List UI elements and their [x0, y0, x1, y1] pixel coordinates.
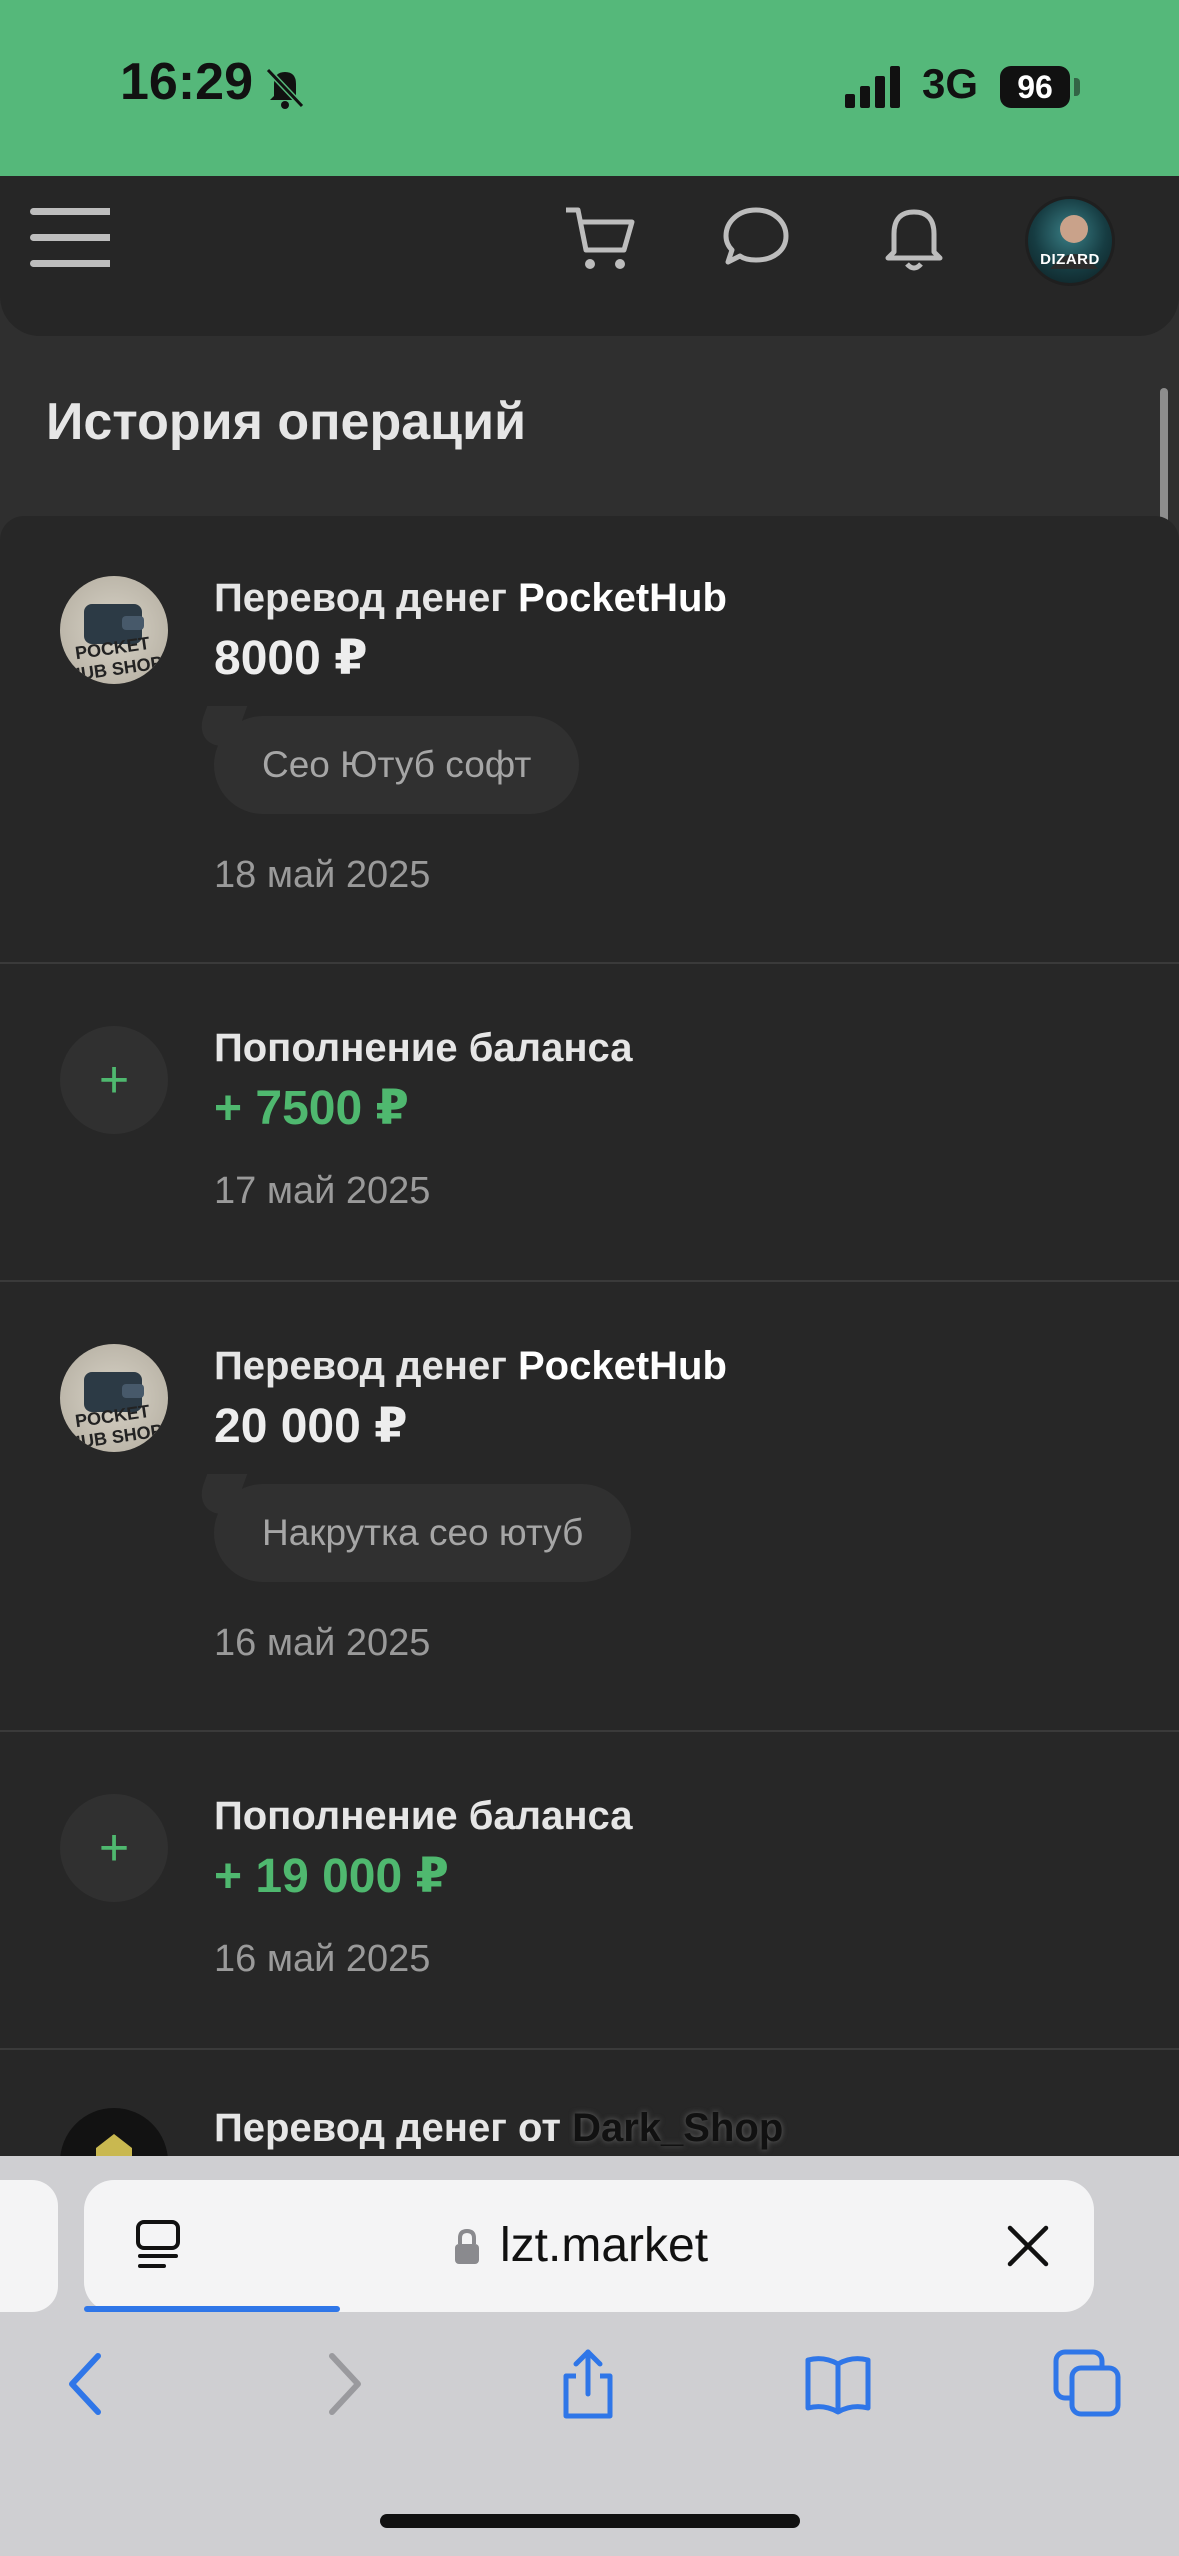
- operation-date: 16 май 2025: [214, 1938, 431, 1980]
- operation-amount: 20 000 ₽: [214, 1400, 408, 1453]
- previous-tab-edge[interactable]: [0, 2180, 58, 2312]
- share-icon[interactable]: [552, 2348, 624, 2420]
- list-item[interactable]: POCKET HUB SHOP Перевод денег PocketHub …: [0, 1282, 1179, 1732]
- loading-progress-bar: [84, 2306, 340, 2312]
- operation-title: Перевод денег от Dark_Shop: [214, 2106, 783, 2151]
- operation-amount: + 19 000 ₽: [214, 1850, 449, 1903]
- list-item[interactable]: + Пополнение баланса + 7500 ₽ 17 май 202…: [0, 964, 1179, 1282]
- operation-comment: Накрутка сео ютуб: [214, 1484, 632, 1582]
- network-label: 3G: [922, 60, 979, 107]
- back-icon[interactable]: [52, 2348, 124, 2420]
- list-item[interactable]: POCKET HUB SHOP Перевод денег PocketHub …: [0, 516, 1179, 964]
- operation-title: Пополнение баланса: [214, 1026, 633, 1070]
- home-indicator[interactable]: [380, 2514, 800, 2528]
- wallet-icon: POCKET HUB SHOP: [60, 576, 168, 684]
- close-icon[interactable]: [1004, 2222, 1052, 2270]
- operation-comment: Сео Ютуб софт: [214, 716, 580, 814]
- page-title: История операций: [46, 393, 527, 451]
- operation-counterparty[interactable]: Dark_Shop: [572, 2106, 783, 2150]
- chat-icon[interactable]: [716, 198, 796, 278]
- plus-icon: +: [60, 1794, 168, 1902]
- url-text[interactable]: lzt.market: [500, 2218, 708, 2273]
- operation-title: Пополнение баланса: [214, 1794, 633, 1838]
- tab-overview-icon[interactable]: [130, 2216, 186, 2276]
- tabs-icon[interactable]: [1052, 2348, 1124, 2420]
- avatar-label: DIZARD: [1040, 251, 1100, 268]
- operation-date: 18 май 2025: [214, 854, 431, 896]
- menu-icon[interactable]: [30, 198, 110, 278]
- battery-cap: [1074, 78, 1080, 96]
- operation-counterparty[interactable]: PocketHub: [518, 576, 727, 620]
- status-time: 16:29: [120, 53, 253, 111]
- forward-icon[interactable]: [306, 2348, 378, 2420]
- operation-title: Перевод денег PocketHub: [214, 576, 727, 621]
- top-navigation: [0, 176, 1179, 336]
- bookmarks-icon[interactable]: [802, 2348, 874, 2420]
- battery-indicator: 96: [1000, 66, 1070, 108]
- operation-counterparty[interactable]: PocketHub: [518, 1344, 727, 1388]
- bell-off-icon: [265, 67, 305, 109]
- operations-list: POCKET HUB SHOP Перевод денег PocketHub …: [0, 516, 1179, 2156]
- avatar[interactable]: DIZARD: [1025, 196, 1115, 286]
- operation-amount: + 7500 ₽: [214, 1082, 409, 1135]
- operation-date: 17 май 2025: [214, 1170, 431, 1212]
- list-item[interactable]: + Пополнение баланса + 19 000 ₽ 16 май 2…: [0, 1732, 1179, 2050]
- operation-title-prefix: Перевод денег: [214, 1344, 518, 1388]
- shop-icon: [60, 2108, 168, 2156]
- operation-amount: 8000 ₽: [214, 632, 368, 685]
- plus-icon: +: [60, 1026, 168, 1134]
- operation-title-prefix: Перевод денег: [214, 576, 518, 620]
- operation-title-prefix: Перевод денег от: [214, 2106, 573, 2150]
- wallet-icon: POCKET HUB SHOP: [60, 1344, 168, 1452]
- signal-icon: [845, 66, 900, 108]
- operation-date: 16 май 2025: [214, 1622, 431, 1664]
- list-item[interactable]: Перевод денег от Dark_Shop: [0, 2050, 1179, 2156]
- bell-icon[interactable]: [874, 198, 954, 278]
- lock-icon: [455, 2228, 479, 2264]
- operation-title: Перевод денег PocketHub: [214, 1344, 727, 1389]
- cart-icon[interactable]: [560, 198, 640, 278]
